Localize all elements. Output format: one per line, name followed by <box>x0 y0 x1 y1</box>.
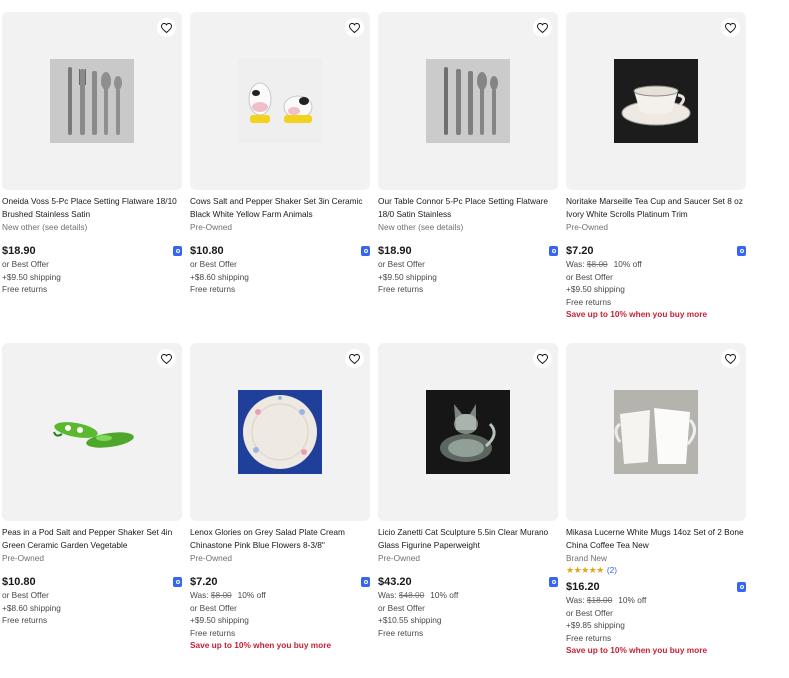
returns: Free returns <box>378 284 424 294</box>
shipping: +$8.60 shipping <box>190 271 249 282</box>
was-price: Was: $8.00 10% off <box>566 259 642 269</box>
condition: Pre-Owned <box>2 553 44 563</box>
pea-pod-icon <box>50 390 134 474</box>
rating-count[interactable]: (2) <box>607 564 617 576</box>
best-offer: or Best Offer <box>378 602 425 613</box>
returns: Free returns <box>378 627 424 638</box>
condition: Pre-Owned <box>190 222 232 232</box>
best-offer: or Best Offer <box>566 607 613 618</box>
heart-icon[interactable] <box>533 18 552 37</box>
shipping: +$9.50 shipping <box>566 284 625 294</box>
flatware-icon <box>426 59 510 143</box>
listing-image[interactable] <box>2 12 182 190</box>
bookmark-icon[interactable] <box>737 246 746 256</box>
heart-icon[interactable] <box>345 349 364 368</box>
bookmark-icon[interactable] <box>737 582 746 592</box>
returns: Free returns <box>2 615 48 625</box>
listing-card[interactable]: Cows Salt and Pepper Shaker Set 3in Cera… <box>190 12 370 296</box>
condition: Brand New <box>566 553 608 563</box>
best-offer: or Best Offer <box>566 271 613 282</box>
best-offer: or Best Offer <box>2 590 49 600</box>
listing-card[interactable]: Lenox Glories on Grey Salad Plate Cream … <box>190 343 370 652</box>
promo-text: Save up to 10% when you buy more <box>566 645 708 655</box>
listing-image[interactable] <box>566 343 746 521</box>
bookmark-icon[interactable] <box>361 577 370 587</box>
shipping: +$9.50 shipping <box>378 271 437 282</box>
was-price: Was: $48.00 10% off <box>378 590 459 600</box>
bookmark-icon[interactable] <box>173 246 182 256</box>
listing-image[interactable] <box>2 343 182 521</box>
price: $7.20 <box>190 576 218 588</box>
condition: Pre-Owned <box>190 553 232 563</box>
returns: Free returns <box>566 632 612 643</box>
promo-text: Save up to 10% when you buy more <box>566 309 708 319</box>
listing-card[interactable]: Noritake Marseille Tea Cup and Saucer Se… <box>566 12 746 321</box>
listing-title[interactable]: Peas in a Pod Salt and Pepper Shaker Set… <box>2 526 182 552</box>
listing-title[interactable]: Licio Zanetti Cat Sculpture 5.5in Clear … <box>378 526 558 552</box>
listing-image[interactable] <box>378 343 558 521</box>
listing-image[interactable] <box>566 12 746 190</box>
best-offer: or Best Offer <box>190 602 237 613</box>
was-price: Was: $18.00 10% off <box>566 595 647 605</box>
heart-icon[interactable] <box>533 349 552 368</box>
listing-title[interactable]: Our Table Connor 5-Pc Place Setting Flat… <box>378 195 558 221</box>
condition: New other (see details) <box>2 222 88 232</box>
flatware-icon <box>50 59 134 143</box>
teacup-icon <box>614 59 698 143</box>
price: $7.20 <box>566 245 594 257</box>
promo-text: Save up to 10% when you buy more <box>190 640 332 650</box>
listing-image[interactable] <box>190 12 370 190</box>
heart-icon[interactable] <box>157 349 176 368</box>
star-rating[interactable]: ★★★★★ (2) <box>566 564 746 576</box>
shipping: +$9.50 shipping <box>190 615 249 625</box>
heart-icon[interactable] <box>721 349 740 368</box>
glass-cat-icon <box>426 390 510 474</box>
best-offer: or Best Offer <box>190 259 237 269</box>
listing-card[interactable]: Peas in a Pod Salt and Pepper Shaker Set… <box>2 343 182 627</box>
listing-title[interactable]: Lenox Glories on Grey Salad Plate Cream … <box>190 526 370 552</box>
shipping: +$9.85 shipping <box>566 620 625 630</box>
listing-title[interactable]: Noritake Marseille Tea Cup and Saucer Se… <box>566 195 746 221</box>
heart-icon[interactable] <box>721 18 740 37</box>
best-offer: or Best Offer <box>2 259 49 269</box>
listing-card[interactable]: Our Table Connor 5-Pc Place Setting Flat… <box>378 12 558 296</box>
listing-title[interactable]: Cows Salt and Pepper Shaker Set 3in Cera… <box>190 195 370 221</box>
condition: New other (see details) <box>378 222 464 232</box>
condition: Pre-Owned <box>378 553 420 563</box>
heart-icon[interactable] <box>345 18 364 37</box>
price: $10.80 <box>190 245 224 257</box>
bookmark-icon[interactable] <box>361 246 370 256</box>
best-offer: or Best Offer <box>378 259 425 269</box>
bookmark-icon[interactable] <box>549 577 558 587</box>
listing-card[interactable]: Oneida Voss 5-Pc Place Setting Flatware … <box>2 12 182 296</box>
was-price: Was: $8.00 10% off <box>190 590 266 600</box>
listing-card[interactable]: Mikasa Lucerne White Mugs 14oz Set of 2 … <box>566 343 746 657</box>
mugs-icon <box>614 390 698 474</box>
bookmark-icon[interactable] <box>173 577 182 587</box>
listing-image[interactable] <box>378 12 558 190</box>
shipping: +$10.55 shipping <box>378 615 442 625</box>
star-icon: ★★★★★ <box>566 565 604 575</box>
bookmark-icon[interactable] <box>549 246 558 256</box>
listing-title[interactable]: Oneida Voss 5-Pc Place Setting Flatware … <box>2 195 182 221</box>
price: $16.20 <box>566 581 600 593</box>
price: $18.90 <box>2 245 36 257</box>
shipping: +$8.60 shipping <box>2 602 61 613</box>
listing-title[interactable]: Mikasa Lucerne White Mugs 14oz Set of 2 … <box>566 526 746 552</box>
returns: Free returns <box>190 627 236 638</box>
returns: Free returns <box>566 296 612 307</box>
returns: Free returns <box>190 284 236 294</box>
listing-image[interactable] <box>190 343 370 521</box>
price: $10.80 <box>2 576 36 588</box>
listing-card[interactable]: Licio Zanetti Cat Sculpture 5.5in Clear … <box>378 343 558 639</box>
condition: Pre-Owned <box>566 222 608 232</box>
plate-icon <box>238 390 322 474</box>
heart-icon[interactable] <box>157 18 176 37</box>
cow-shakers-icon <box>238 59 322 143</box>
shipping: +$9.50 shipping <box>2 271 61 282</box>
price: $18.90 <box>378 245 412 257</box>
returns: Free returns <box>2 284 48 294</box>
price: $43.20 <box>378 576 412 588</box>
